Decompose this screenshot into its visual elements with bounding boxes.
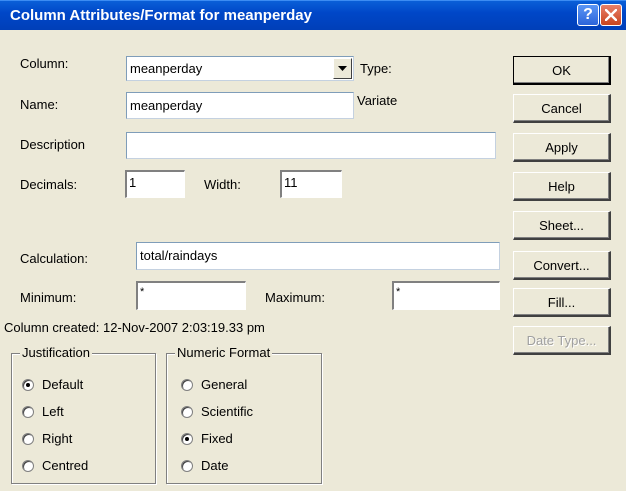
- maximum-field[interactable]: *: [392, 281, 500, 310]
- type-label: Type:: [360, 61, 392, 76]
- minimum-field[interactable]: *: [136, 281, 246, 310]
- radio-justification-right[interactable]: Right: [22, 431, 72, 446]
- calculation-label: Calculation:: [20, 251, 88, 266]
- column-select-value: meanperday: [130, 61, 203, 76]
- cancel-button[interactable]: Cancel: [513, 94, 611, 123]
- radio-format-general[interactable]: General: [181, 377, 247, 392]
- name-label: Name:: [20, 97, 59, 112]
- decimals-label: Decimals:: [20, 177, 78, 192]
- radio-checked-icon: [181, 432, 193, 445]
- description-field[interactable]: [126, 132, 496, 159]
- radio-unchecked-icon: [181, 405, 193, 418]
- minimum-label: Minimum:: [20, 290, 77, 305]
- help-button[interactable]: Help: [513, 172, 611, 201]
- apply-button[interactable]: Apply: [513, 133, 611, 162]
- radio-label: Centred: [42, 458, 89, 473]
- radio-label: Date: [201, 458, 229, 473]
- sheet-button[interactable]: Sheet...: [513, 211, 611, 240]
- help-icon[interactable]: ?: [577, 4, 599, 26]
- description-label: Description: [20, 137, 86, 152]
- window-title: Column Attributes/Format for meanperday: [10, 7, 312, 24]
- radio-format-date[interactable]: Date: [181, 458, 228, 473]
- column-created-text: Column created: 12-Nov-2007 2:03:19.33 p…: [4, 320, 265, 335]
- date-type-button: Date Type...: [513, 326, 611, 355]
- justification-group-label: Justification: [20, 345, 92, 360]
- convert-button[interactable]: Convert...: [513, 251, 611, 280]
- radio-justification-centred[interactable]: Centred: [22, 458, 88, 473]
- justification-group: Justification Default Left Right Centred: [11, 345, 156, 484]
- radio-label: Left: [42, 404, 64, 419]
- radio-unchecked-icon: [22, 459, 34, 472]
- numeric-format-group: Numeric Format General Scientific Fixed …: [166, 345, 322, 484]
- maximum-label: Maximum:: [265, 290, 325, 305]
- radio-justification-left[interactable]: Left: [22, 404, 64, 419]
- name-field[interactable]: meanperday: [126, 92, 354, 119]
- type-value: Variate: [357, 93, 398, 108]
- radio-label: Fixed: [201, 431, 233, 446]
- radio-unchecked-icon: [22, 432, 34, 445]
- radio-label: Right: [42, 431, 73, 446]
- radio-unchecked-icon: [181, 459, 193, 472]
- radio-justification-default[interactable]: Default: [22, 377, 83, 392]
- column-label: Column:: [20, 56, 69, 71]
- title-bar: Column Attributes/Format for meanperday …: [0, 0, 626, 30]
- help-glyph: ?: [583, 6, 593, 23]
- column-select[interactable]: meanperday: [126, 56, 354, 81]
- radio-checked-icon: [22, 378, 34, 391]
- radio-unchecked-icon: [22, 405, 34, 418]
- close-icon[interactable]: [600, 4, 622, 26]
- radio-format-fixed[interactable]: Fixed: [181, 431, 233, 446]
- width-label: Width:: [204, 177, 241, 192]
- radio-format-scientific[interactable]: Scientific: [181, 404, 253, 419]
- calculation-field[interactable]: total/raindays: [136, 242, 500, 270]
- radio-unchecked-icon: [181, 378, 193, 391]
- numeric-format-group-label: Numeric Format: [175, 345, 273, 360]
- decimals-field[interactable]: 1: [125, 170, 185, 198]
- chevron-down-icon[interactable]: [333, 58, 352, 79]
- radio-label: Default: [42, 377, 84, 392]
- ok-button[interactable]: OK: [513, 56, 611, 85]
- width-field[interactable]: 11: [280, 170, 342, 198]
- radio-label: Scientific: [201, 404, 254, 419]
- radio-label: General: [201, 377, 248, 392]
- close-glyph: [605, 9, 617, 21]
- fill-button[interactable]: Fill...: [513, 288, 611, 317]
